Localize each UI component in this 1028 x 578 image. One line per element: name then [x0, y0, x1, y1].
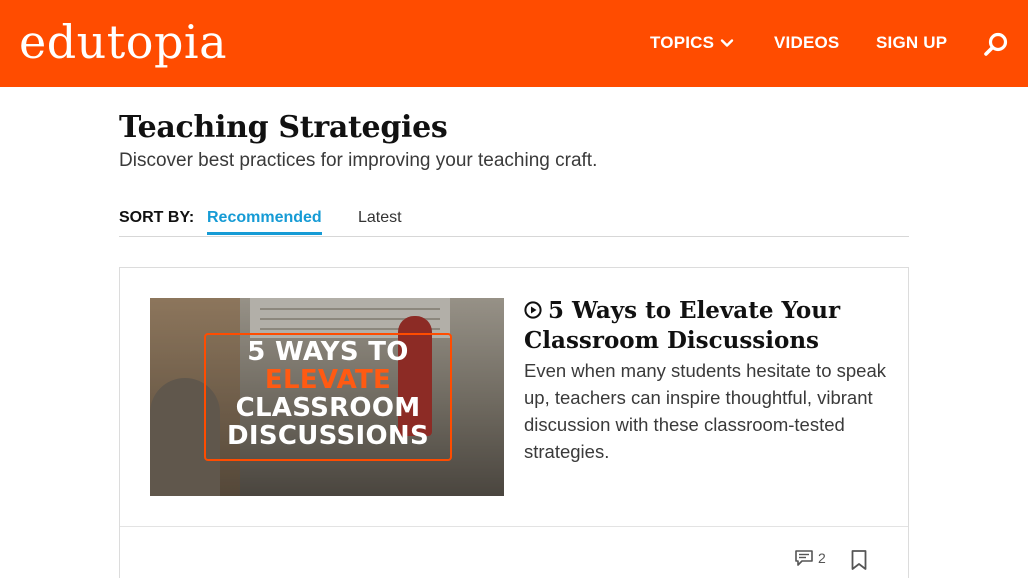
article-thumbnail[interactable]: 5 WAYS TO ELEVATE CLASSROOM DISCUSSIONS	[150, 298, 504, 496]
thumbnail-line-4: DISCUSSIONS	[226, 421, 430, 451]
sort-option-latest[interactable]: Latest	[358, 209, 402, 227]
nav-videos-label: VIDEOS	[774, 33, 840, 52]
sort-option-recommended[interactable]: Recommended	[207, 209, 322, 235]
article-description: Even when many students hesitate to spea…	[524, 360, 886, 462]
nav-topics[interactable]: TOPICS	[650, 30, 734, 56]
thumbnail-line-2: ELEVATE	[264, 365, 392, 395]
site-header: edutopia TOPICS VIDEOS SIGN UP	[0, 0, 1028, 87]
nav-videos[interactable]: VIDEOS	[774, 30, 839, 56]
comment-icon	[795, 550, 813, 566]
page-title: Teaching Strategies	[119, 110, 448, 145]
search-icon[interactable]	[983, 32, 1009, 58]
card-divider	[120, 526, 908, 527]
sort-bar: SORT BY: Recommended Latest	[119, 208, 909, 237]
thumbnail-title-text: 5 WAYS TO ELEVATE CLASSROOM DISCUSSIONS	[204, 338, 452, 450]
page-subtitle: Discover best practices for improving yo…	[119, 150, 598, 171]
bookmark-icon[interactable]	[850, 549, 868, 571]
article-title[interactable]: 5 Ways to Elevate Your Classroom Discuss…	[524, 296, 894, 356]
sort-label: SORT BY:	[119, 209, 195, 226]
play-circle-icon	[524, 301, 542, 319]
nav-sign-up[interactable]: SIGN UP	[876, 30, 947, 56]
thumbnail-line-3: CLASSROOM	[235, 393, 421, 423]
thumbnail-line-1: 5 WAYS TO	[247, 337, 409, 367]
nav-sign-up-label: SIGN UP	[876, 33, 948, 52]
article-title-text: 5 Ways to Elevate Your Classroom Discuss…	[524, 297, 841, 354]
chevron-down-icon	[720, 39, 734, 47]
article-card[interactable]: 5 WAYS TO ELEVATE CLASSROOM DISCUSSIONS …	[119, 267, 909, 578]
nav-topics-label: TOPICS	[650, 33, 715, 52]
comment-count-button[interactable]: 2	[794, 549, 826, 567]
comment-count: 2	[818, 550, 826, 566]
site-logo[interactable]: edutopia	[19, 12, 227, 72]
